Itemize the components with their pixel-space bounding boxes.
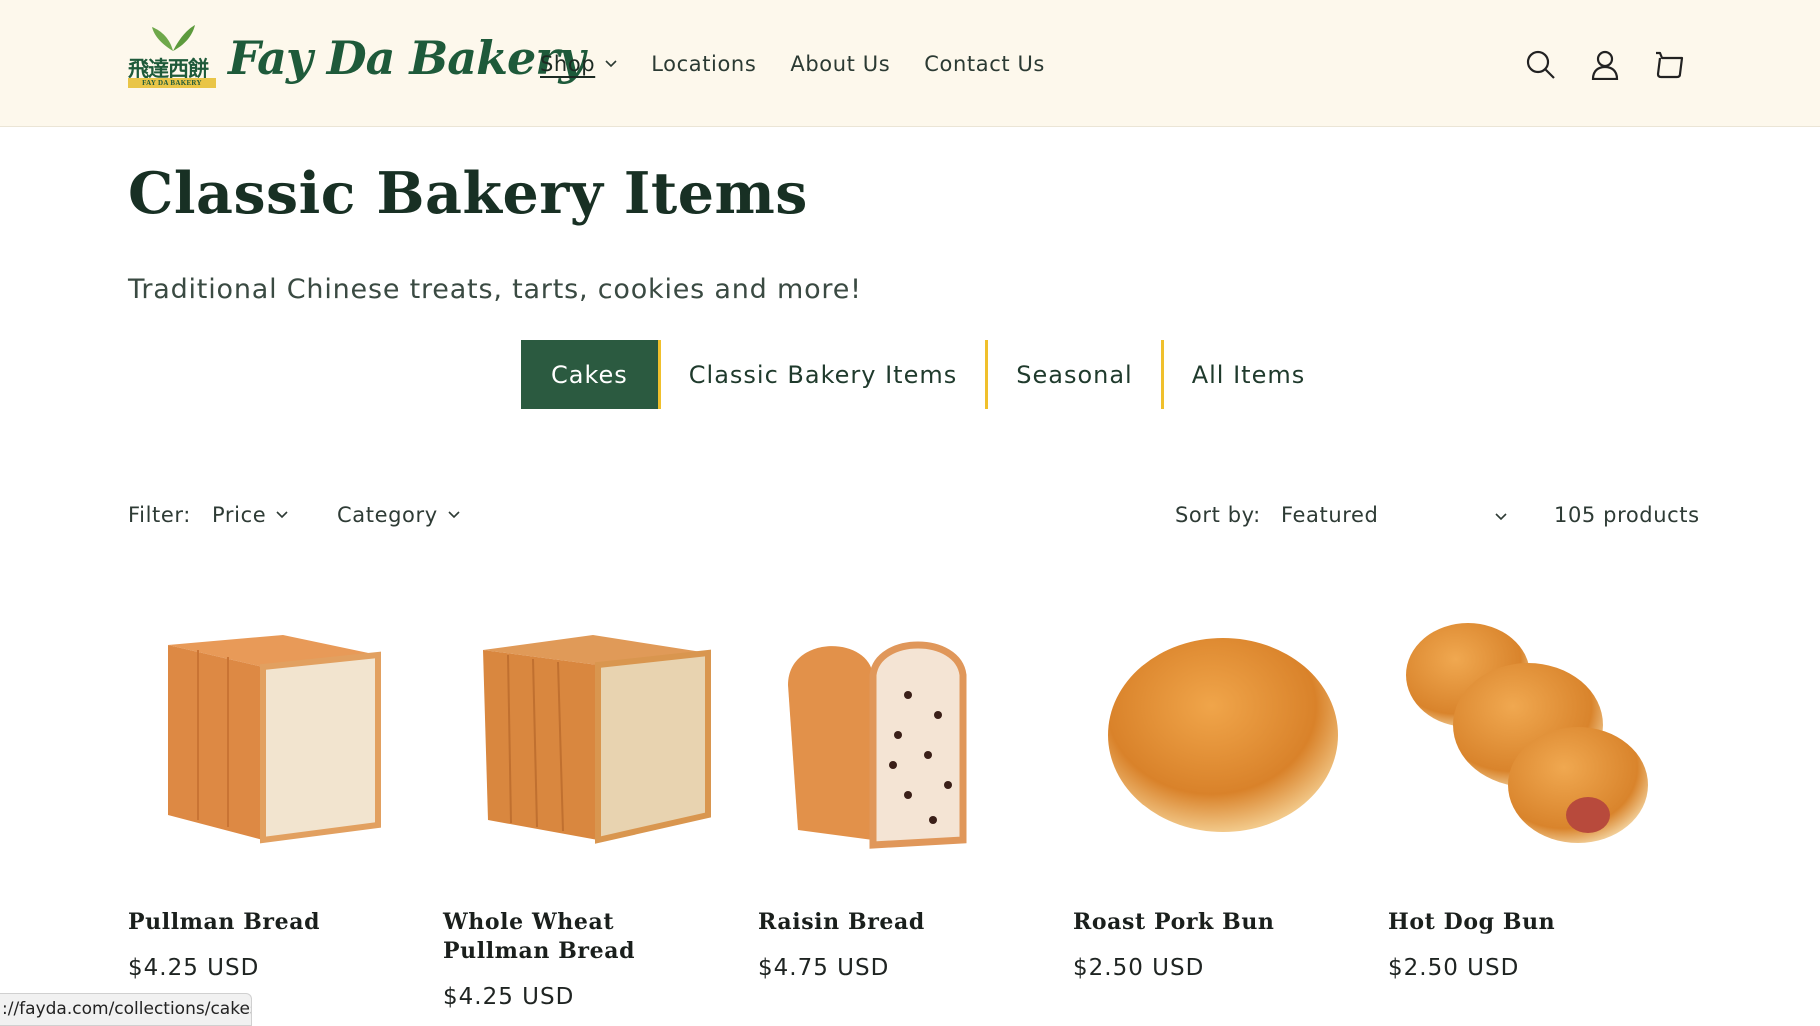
product-price: $4.75 USD [758,955,890,981]
product-image[interactable] [1388,615,1658,865]
product-image[interactable] [758,615,1028,865]
tab-classic-bakery-items[interactable]: Classic Bakery Items [661,340,985,409]
product-card[interactable]: Roast Pork Bun $2.50 USD [1073,615,1343,981]
product-card[interactable]: Pullman Bread $4.25 USD [128,615,398,981]
chevron-down-icon [605,60,617,68]
product-card[interactable]: Hot Dog Bun $2.50 USD [1388,615,1658,981]
nav-about-us[interactable]: About Us [790,52,890,76]
account-icon[interactable] [1588,48,1622,82]
product-name[interactable]: Hot Dog Bun [1388,908,1658,937]
product-card[interactable]: Raisin Bread $4.75 USD [758,615,1028,981]
product-price: $4.25 USD [443,984,575,1010]
main-nav: Shop Locations About Us Contact Us [540,52,1079,76]
category-filter-label: Category [337,503,438,527]
logo-emblem: 飛達西餅 FAY DA BAKERY [128,23,216,93]
tab-cakes[interactable]: Cakes [521,340,661,409]
price-filter-label: Price [212,503,267,527]
product-image[interactable] [128,615,398,865]
product-image[interactable] [1073,615,1343,865]
product-price: $2.50 USD [1073,955,1205,981]
filter-bar: Filter: Price Category Sort by: Featured… [128,503,1699,533]
logo-band-text: FAY DA BAKERY [128,78,216,88]
status-url: ://fayda.com/collections/cakes [0,993,252,1026]
page-title: Classic Bakery Items [128,160,808,227]
fay-da-logo[interactable]: 飛達西餅 FAY DA BAKERY Fay Da Bakery [128,18,585,98]
tab-seasonal[interactable]: Seasonal [988,340,1160,409]
site-header: 飛達西餅 FAY DA BAKERY Fay Da Bakery Shop Lo… [0,0,1820,127]
sort-value: Featured [1281,503,1379,527]
header-icons [1524,48,1686,82]
product-image[interactable] [443,615,713,865]
collection-tabs: Cakes Classic Bakery Items Seasonal All … [521,340,1333,409]
cart-icon[interactable] [1652,48,1686,82]
category-filter[interactable]: Category [337,503,460,527]
product-name[interactable]: Pullman Bread [128,908,398,937]
nav-contact-us[interactable]: Contact Us [924,52,1045,76]
price-filter[interactable]: Price [212,503,288,527]
logo-script-text: Fay Da Bakery [228,31,585,85]
product-name[interactable]: Raisin Bread [758,908,1028,937]
chevron-down-icon [448,511,460,519]
sort-select[interactable]: Featured [1281,503,1507,527]
product-card[interactable]: Whole Wheat Pullman Bread $4.25 USD [443,615,713,1010]
chevron-down-icon [1495,513,1507,521]
product-name[interactable]: Whole Wheat Pullman Bread [443,908,713,966]
product-name[interactable]: Roast Pork Bun [1073,908,1343,937]
search-icon[interactable] [1524,48,1558,82]
product-count: 105 products [1554,503,1700,527]
nav-shop-label: Shop [540,52,596,76]
product-price: $4.25 USD [128,955,260,981]
product-price: $2.50 USD [1388,955,1520,981]
sort-label: Sort by: [1175,503,1261,527]
filter-label: Filter: [128,503,191,527]
nav-locations[interactable]: Locations [651,52,756,76]
tab-all-items[interactable]: All Items [1164,340,1334,409]
chevron-down-icon [276,511,288,519]
page-subtitle: Traditional Chinese treats, tarts, cooki… [128,274,862,305]
nav-shop[interactable]: Shop [540,52,617,76]
leaf-icon [152,25,195,51]
